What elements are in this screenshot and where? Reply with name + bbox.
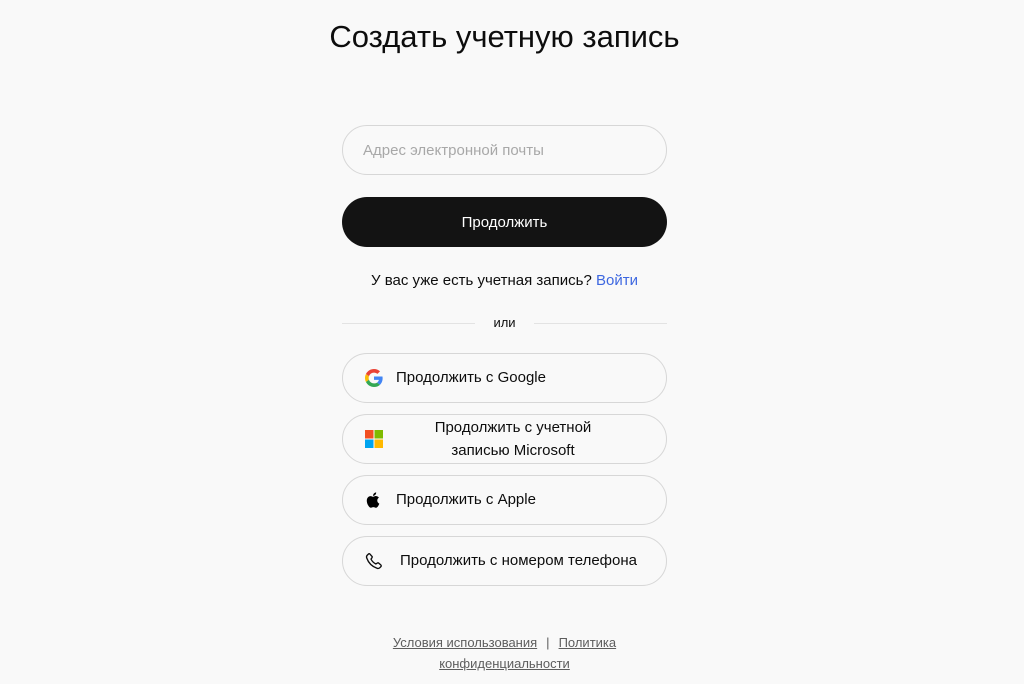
google-button-label: Продолжить с Google (396, 369, 546, 386)
apple-button-label: Продолжить с Apple (396, 491, 536, 508)
apple-logo-icon (366, 492, 380, 508)
phone-button-label: Продолжить с номером телефона (400, 552, 637, 569)
google-logo-icon (365, 369, 383, 387)
footer-links: Условия использования | Политика конфиденц… (342, 632, 667, 674)
continue-with-google-button[interactable]: Продолжить с Google (342, 353, 667, 403)
continue-button[interactable]: Продолжить (342, 197, 667, 247)
page-title: Создать учетную запись (329, 19, 680, 54)
login-prompt-text: У вас уже есть учетная запись? (371, 272, 592, 289)
divider-line-right (534, 323, 667, 324)
microsoft-button-label: Продолжить с учетной записью Microsoft (434, 419, 592, 459)
signup-page: Создать учетную запись Продолжить У вас … (0, 0, 1024, 684)
continue-with-phone-button[interactable]: Продолжить с номером телефона (342, 536, 667, 586)
terms-of-use-link[interactable]: Условия использования (393, 635, 537, 650)
footer-separator: | (546, 635, 550, 650)
phone-icon (365, 553, 382, 570)
microsoft-logo-icon (365, 430, 383, 448)
login-link[interactable]: Войти (596, 272, 638, 289)
or-divider: или (342, 313, 667, 333)
continue-with-apple-button[interactable]: Продолжить с Apple (342, 475, 667, 525)
email-input[interactable] (342, 125, 667, 175)
login-prompt-row: У вас уже есть учетная запись? Войти (342, 271, 667, 291)
continue-with-microsoft-button[interactable]: Продолжить с учетной записью Microsoft (342, 414, 667, 464)
